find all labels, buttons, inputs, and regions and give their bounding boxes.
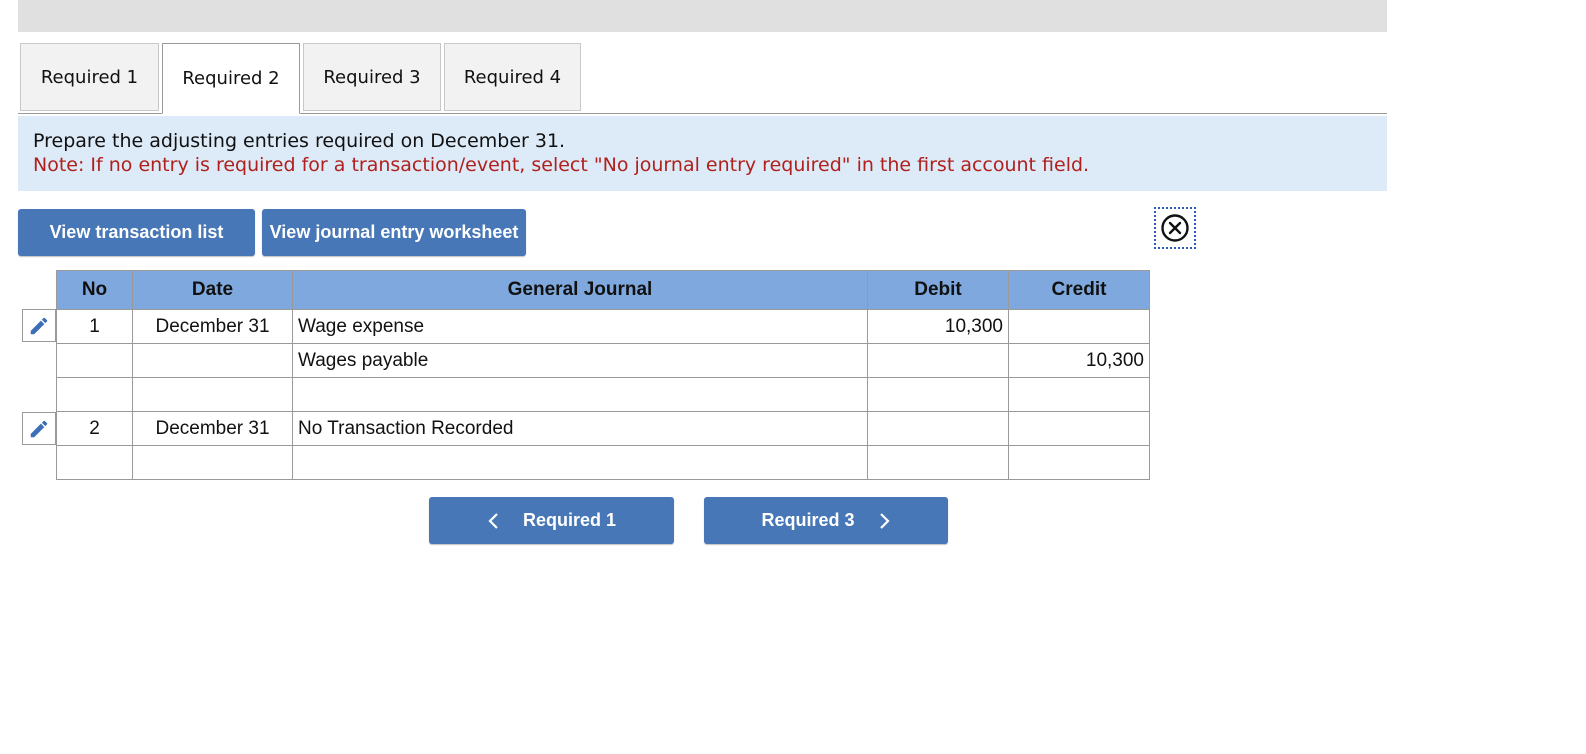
header-no: No [56,270,133,310]
cell-credit: 10,300 [1008,343,1150,378]
table-row: 2 December 31 No Transaction Recorded [56,411,1150,446]
view-journal-entry-worksheet-button[interactable]: View journal entry worksheet [262,209,526,256]
prev-required-1-button[interactable]: Required 1 [429,497,674,544]
cell-no: 1 [56,309,133,344]
cell-debit: 10,300 [867,309,1009,344]
tab-required-1[interactable]: Required 1 [20,43,159,111]
table-row: 1 December 31 Wage expense 10,300 [56,309,1150,344]
cell-debit [867,377,1009,412]
page: Required 1 Required 2 Required 3 Require… [0,0,1586,754]
cell-no [56,377,133,412]
cell-credit [1008,445,1150,480]
table-header-row: No Date General Journal Debit Credit [56,270,1150,310]
tab-bar: Required 1 Required 2 Required 3 Require… [18,43,1387,114]
tab-required-4[interactable]: Required 4 [444,43,581,111]
header-date: Date [132,270,293,310]
cell-account [292,445,868,480]
cell-debit [867,343,1009,378]
edit-entry-2-button[interactable] [22,412,56,445]
cell-account: Wage expense [292,309,868,344]
cell-account: Wages payable [292,343,868,378]
instructions-panel: Prepare the adjusting entries required o… [18,116,1387,191]
cell-date: December 31 [132,411,293,446]
instruction-note: Note: If no entry is required for a tran… [33,154,1090,176]
cell-no: 2 [56,411,133,446]
header-credit: Credit [1008,270,1150,310]
prev-button-label: Required 1 [522,510,617,530]
table-row [56,377,1150,412]
next-button-label: Required 3 [761,510,855,530]
top-bar [18,0,1387,32]
cell-date [132,343,293,378]
header-debit: Debit [867,270,1009,310]
cell-account [292,377,868,412]
close-circle-icon [1161,214,1189,242]
chevron-left-icon [488,512,498,529]
cell-date [132,377,293,412]
pencil-icon [30,317,48,334]
cell-credit [1008,411,1150,446]
cell-date: December 31 [132,309,293,344]
table-row: Wages payable 10,300 [56,343,1150,378]
pencil-icon [30,420,48,437]
edit-entry-1-button[interactable] [22,309,56,342]
cell-debit [867,411,1009,446]
next-required-3-button[interactable]: Required 3 [704,497,948,544]
tab-required-3[interactable]: Required 3 [303,43,441,111]
cell-date [132,445,293,480]
cell-credit [1008,377,1150,412]
tab-required-2[interactable]: Required 2 [162,43,300,114]
header-general-journal: General Journal [292,270,868,310]
instruction-text: Prepare the adjusting entries required o… [33,130,566,152]
cell-account: No Transaction Recorded [292,411,868,446]
cell-debit [867,445,1009,480]
cell-no [56,445,133,480]
table-row [56,445,1150,480]
view-transaction-list-button[interactable]: View transaction list [18,209,255,256]
chevron-right-icon [879,512,890,529]
cell-no [56,343,133,378]
close-button[interactable] [1154,207,1196,249]
cell-credit [1008,309,1150,344]
general-journal-table: No Date General Journal Debit Credit 1 D… [56,270,1150,480]
